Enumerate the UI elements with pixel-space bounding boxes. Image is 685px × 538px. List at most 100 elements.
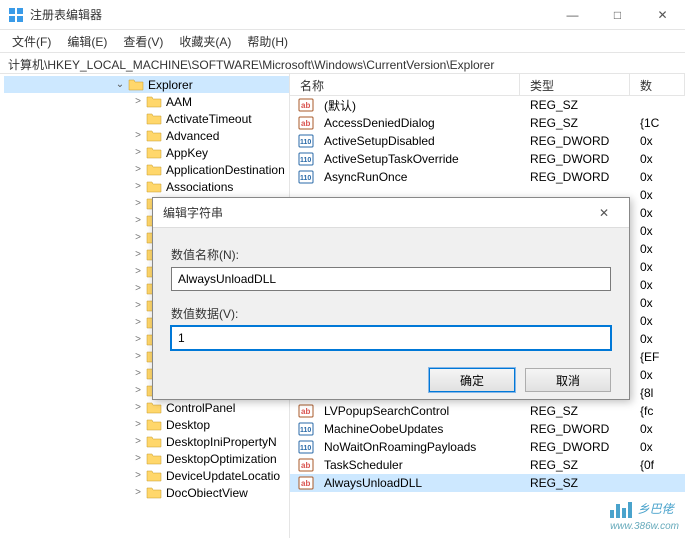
list-row[interactable]: abTaskSchedulerREG_SZ{0f <box>290 456 685 474</box>
tree-item[interactable]: Associations <box>4 178 289 195</box>
list-row[interactable]: 110ActiveSetupTaskOverrideREG_DWORD0x <box>290 150 685 168</box>
expand-icon[interactable] <box>132 419 144 430</box>
cell-data: 0x <box>634 296 685 310</box>
cell-data: 0x <box>634 368 685 382</box>
folder-icon <box>146 112 162 126</box>
tree-item[interactable]: DocObiectView <box>4 484 289 501</box>
cancel-button[interactable]: 取消 <box>525 368 611 392</box>
tree-item[interactable]: DesktopIniPropertyN <box>4 433 289 450</box>
tree-item[interactable]: AppKey <box>4 144 289 161</box>
menu-edit[interactable]: 编辑(E) <box>61 31 113 52</box>
tree-item[interactable]: AAM <box>4 93 289 110</box>
tree-item[interactable]: DesktopOptimization <box>4 450 289 467</box>
tree-item-label: ControlPanel <box>166 401 235 415</box>
cell-data: 0x <box>634 134 685 148</box>
cell-type: REG_SZ <box>524 476 634 490</box>
folder-icon <box>146 418 162 432</box>
cell-data: {fc <box>634 404 685 418</box>
expand-icon[interactable] <box>132 96 144 107</box>
svg-text:ab: ab <box>301 479 310 488</box>
menu-file[interactable]: 文件(F) <box>6 31 57 52</box>
close-button[interactable]: ✕ <box>640 0 685 30</box>
tree-item[interactable]: ActivateTimeout <box>4 110 289 127</box>
list-header: 名称 类型 数 <box>290 74 685 96</box>
col-header-type[interactable]: 类型 <box>520 74 630 95</box>
expand-icon[interactable] <box>132 266 144 277</box>
svg-text:ab: ab <box>301 461 310 470</box>
col-header-name[interactable]: 名称 <box>290 74 520 95</box>
expand-icon[interactable] <box>132 232 144 243</box>
cell-name: AccessDeniedDialog <box>318 116 524 130</box>
tree-item[interactable]: Desktop <box>4 416 289 433</box>
svg-text:ab: ab <box>301 119 310 128</box>
list-row[interactable]: 110NoWaitOnRoamingPayloadsREG_DWORD0x <box>290 438 685 456</box>
expand-icon[interactable] <box>132 215 144 226</box>
tree-item-label: ApplicationDestination <box>166 163 285 177</box>
expand-icon[interactable] <box>132 300 144 311</box>
folder-icon <box>146 146 162 160</box>
expand-icon[interactable] <box>132 470 144 481</box>
expand-icon[interactable] <box>132 249 144 260</box>
minimize-button[interactable]: — <box>550 0 595 30</box>
cell-data: 0x <box>634 440 685 454</box>
tree-item[interactable]: Explorer <box>4 76 289 93</box>
col-header-data[interactable]: 数 <box>630 74 685 95</box>
expand-icon[interactable] <box>132 385 144 396</box>
expand-icon[interactable] <box>132 436 144 447</box>
list-row[interactable]: abAccessDeniedDialogREG_SZ{1C <box>290 114 685 132</box>
list-row[interactable]: abLVPopupSearchControlREG_SZ{fc <box>290 402 685 420</box>
menu-favorites[interactable]: 收藏夹(A) <box>173 31 237 52</box>
tree-item[interactable]: Advanced <box>4 127 289 144</box>
list-row[interactable]: abAlwaysUnloadDLLREG_SZ <box>290 474 685 492</box>
folder-icon <box>146 452 162 466</box>
folder-icon <box>146 486 162 500</box>
list-row[interactable]: ab(默认)REG_SZ <box>290 96 685 114</box>
folder-icon <box>146 129 162 143</box>
list-row[interactable]: 110ActiveSetupDisabledREG_DWORD0x <box>290 132 685 150</box>
ok-button[interactable]: 确定 <box>429 368 515 392</box>
tree-item[interactable]: ControlPanel <box>4 399 289 416</box>
tree-item-label: AAM <box>166 95 192 109</box>
cell-type: REG_SZ <box>524 458 634 472</box>
cell-data: 0x <box>634 278 685 292</box>
folder-icon <box>128 78 144 92</box>
expand-icon[interactable] <box>132 147 144 158</box>
tree-item[interactable]: DeviceUpdateLocatio <box>4 467 289 484</box>
cell-data: 0x <box>634 242 685 256</box>
string-value-icon: ab <box>298 97 314 113</box>
menu-view[interactable]: 查看(V) <box>117 31 169 52</box>
expand-icon[interactable] <box>132 283 144 294</box>
expand-icon[interactable] <box>132 198 144 209</box>
binary-value-icon: 110 <box>298 169 314 185</box>
address-bar[interactable]: 计算机\HKEY_LOCAL_MACHINE\SOFTWARE\Microsof… <box>0 52 685 74</box>
cell-data: {8l <box>634 386 685 400</box>
expand-icon[interactable] <box>132 181 144 192</box>
expand-icon[interactable] <box>132 368 144 379</box>
expand-icon[interactable] <box>132 317 144 328</box>
expand-icon[interactable] <box>132 351 144 362</box>
expand-icon[interactable] <box>132 334 144 345</box>
expand-icon[interactable] <box>132 164 144 175</box>
tree-item-label: Associations <box>166 180 233 194</box>
expand-icon[interactable] <box>132 402 144 413</box>
cell-data: {EF <box>634 350 685 364</box>
menu-help[interactable]: 帮助(H) <box>241 31 294 52</box>
cell-name: ActiveSetupTaskOverride <box>318 152 524 166</box>
expand-icon[interactable] <box>132 453 144 464</box>
value-data-field[interactable] <box>171 326 611 350</box>
cell-type: REG_SZ <box>524 116 634 130</box>
maximize-button[interactable]: □ <box>595 0 640 30</box>
expand-icon[interactable] <box>132 487 144 498</box>
cell-type: REG_DWORD <box>524 440 634 454</box>
dialog-close-button[interactable]: ✕ <box>589 206 619 220</box>
value-data-label: 数值数据(V): <box>171 305 611 322</box>
list-row[interactable]: 110MachineOobeUpdatesREG_DWORD0x <box>290 420 685 438</box>
tree-item[interactable]: ApplicationDestination <box>4 161 289 178</box>
list-row[interactable]: 110AsyncRunOnceREG_DWORD0x <box>290 168 685 186</box>
expand-icon[interactable] <box>132 130 144 141</box>
binary-value-icon: 110 <box>298 421 314 437</box>
tree-item-label: DocObiectView <box>166 486 248 500</box>
expand-icon[interactable] <box>114 79 126 90</box>
cell-data: 0x <box>634 314 685 328</box>
tree-item-label: Advanced <box>166 129 219 143</box>
